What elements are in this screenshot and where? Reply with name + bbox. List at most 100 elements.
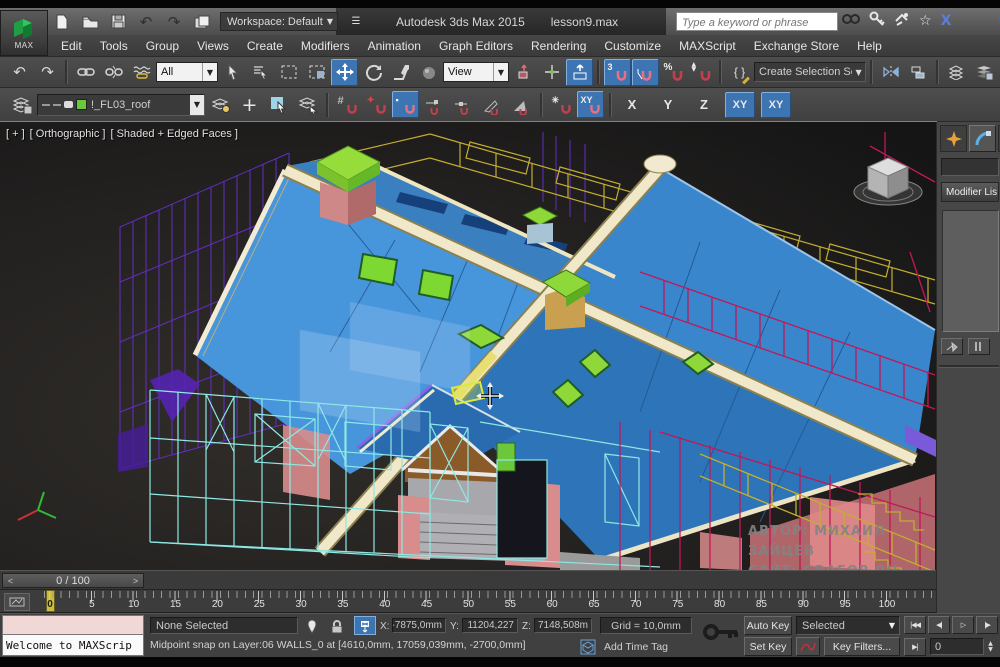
object-name-field[interactable] <box>941 158 999 176</box>
axis-constraint-y-1[interactable]: Y <box>653 92 683 118</box>
undo-scene-icon[interactable]: ↶ <box>6 59 33 86</box>
show-end-result-icon[interactable] <box>968 338 990 355</box>
communication-center-icon[interactable] <box>894 11 910 32</box>
layer-manager-icon[interactable] <box>943 59 970 86</box>
track-bar[interactable]: 0 5 10 15 20 25 30 35 40 45 50 55 60 65 70 75 80 85 90 95 10… <box>0 590 936 613</box>
selection-lock-toggle-icon[interactable] <box>330 619 344 639</box>
menu-modifiers[interactable]: Modifiers <box>292 37 359 55</box>
maxscript-listener-output[interactable]: Welcome to MAXScrip <box>2 635 144 656</box>
snap-face-icon[interactable] <box>508 91 535 118</box>
menu-animation[interactable]: Animation <box>359 37 430 55</box>
use-pivot-point-icon[interactable] <box>510 59 537 86</box>
select-objects-in-layer-icon[interactable] <box>265 91 292 118</box>
create-new-layer-icon[interactable] <box>207 91 234 118</box>
add-time-tag[interactable]: Add Time Tag <box>600 638 696 655</box>
select-and-scale-icon[interactable] <box>387 59 414 86</box>
auto-key-button[interactable]: Auto Key <box>744 616 792 635</box>
select-and-move-icon[interactable] <box>331 58 358 86</box>
redo-icon[interactable]: ↷ <box>164 13 184 31</box>
absolute-mode-toggle-icon[interactable] <box>354 616 376 635</box>
set-key-button[interactable]: Set Key <box>744 637 792 656</box>
modifier-stack[interactable] <box>942 210 999 332</box>
snap-endpoint-icon[interactable] <box>421 91 448 118</box>
select-and-place-icon[interactable] <box>415 59 442 86</box>
goto-start-button[interactable]: |◀◀ <box>904 616 926 634</box>
set-current-layer-icon[interactable] <box>294 91 321 118</box>
x-coordinate-field[interactable]: -7875,0mm <box>392 618 446 633</box>
snap-frozen-icon[interactable]: ✳ <box>548 91 575 118</box>
window-crossing-icon[interactable] <box>303 59 330 86</box>
snap-vertex-icon[interactable]: ▪ <box>392 91 419 118</box>
y-coordinate-field[interactable]: 11204,227 <box>462 618 518 633</box>
modifier-list-dropdown[interactable]: Modifier Lis <box>941 182 999 202</box>
axis-constraint-xy-3[interactable]: XY <box>725 91 755 118</box>
select-and-manipulate-icon[interactable] <box>538 59 565 86</box>
snap-xy-constraint-icon[interactable]: XY <box>577 91 604 118</box>
time-slider-track[interactable]: < 0 / 100 > <box>0 570 936 590</box>
snaps-toggle-3d-icon[interactable]: 3 <box>604 58 631 86</box>
spinner-snap-toggle-icon[interactable]: ▲ ▼ <box>688 59 715 86</box>
menu-edit[interactable]: Edit <box>52 37 91 55</box>
viewport-menu-pov[interactable]: [ Orthographic ] <box>30 128 106 140</box>
max-application-button[interactable]: MAX <box>0 10 48 56</box>
unlink-selection-icon[interactable] <box>100 59 127 86</box>
snap-grid-points-icon[interactable]: # <box>334 91 361 118</box>
add-selection-to-layer-icon[interactable]: + <box>236 91 263 118</box>
workspace-menu-icon[interactable]: ☰ <box>346 13 366 31</box>
reference-coordinate-dropdown[interactable]: View ▼ <box>443 62 509 82</box>
snap-pivot-icon[interactable]: ✦ <box>363 91 390 118</box>
select-and-link-icon[interactable] <box>72 59 99 86</box>
workspace-dropdown[interactable]: Workspace: Default ▼ <box>220 12 338 31</box>
menu-maxscript[interactable]: MAXScript <box>670 37 745 55</box>
menu-group[interactable]: Group <box>137 37 188 55</box>
set-keys-key-icon[interactable] <box>702 620 740 655</box>
viewport[interactable]: [ + ] [ Orthographic ] [ Shaded + Edged … <box>0 121 937 571</box>
frame-spinner[interactable]: ▲ ▼ <box>985 638 996 655</box>
current-frame-field[interactable]: 0 <box>930 638 984 655</box>
project-folder-icon[interactable] <box>192 13 212 31</box>
redo-scene-icon[interactable]: ↷ <box>34 59 61 86</box>
open-file-icon[interactable] <box>80 13 100 31</box>
search-icon[interactable] <box>842 12 860 31</box>
select-and-rotate-icon[interactable] <box>359 59 386 86</box>
pin-stack-icon[interactable] <box>941 338 963 355</box>
menu-create[interactable]: Create <box>238 37 292 55</box>
menu-exchange-store[interactable]: Exchange Store <box>745 37 848 55</box>
axis-constraint-xy-4[interactable]: XY <box>761 91 791 118</box>
select-by-name-icon[interactable] <box>247 59 274 86</box>
tab-modify[interactable] <box>969 125 996 152</box>
rectangular-selection-region-icon[interactable] <box>275 59 302 86</box>
axis-constraint-x-0[interactable]: X <box>617 92 647 118</box>
tab-create[interactable] <box>940 125 967 152</box>
viewport-menu-shading[interactable]: [ Shaded + Edged Faces ] <box>110 128 238 140</box>
undo-icon[interactable]: ↶ <box>136 13 156 31</box>
selection-filter-dropdown[interactable]: All ▼ <box>156 62 218 82</box>
time-slider-prev-arrow[interactable]: < <box>3 574 18 587</box>
selection-lock-pin-icon[interactable] <box>306 619 318 640</box>
exchange-icon[interactable]: X <box>941 13 952 29</box>
snap-edge-icon[interactable] <box>479 91 506 118</box>
snap-midpoint-icon[interactable] <box>450 91 477 118</box>
percent-snap-toggle-icon[interactable]: % <box>660 59 687 86</box>
key-mode-dropdown[interactable]: Selected ▼ <box>796 616 900 635</box>
menu-views[interactable]: Views <box>188 37 238 55</box>
edit-named-selection-sets-icon[interactable]: { } <box>726 59 753 86</box>
sign-in-key-icon[interactable] <box>869 11 885 32</box>
angle-snap-toggle-icon[interactable] <box>632 58 659 86</box>
menu-rendering[interactable]: Rendering <box>522 37 595 55</box>
keyboard-shortcut-override-icon[interactable] <box>566 58 593 86</box>
next-frame-button[interactable]: |▶ <box>976 616 998 634</box>
viewport-label[interactable]: [ + ] [ Orthographic ] [ Shaded + Edged … <box>6 128 238 140</box>
favorites-star-icon[interactable]: ☆ <box>919 13 932 29</box>
save-icon[interactable] <box>108 13 128 31</box>
menu-help[interactable]: Help <box>848 37 891 55</box>
new-file-icon[interactable] <box>52 13 72 31</box>
select-object-icon[interactable] <box>219 59 246 86</box>
menu-graph-editors[interactable]: Graph Editors <box>430 37 522 55</box>
bind-to-space-warp-icon[interactable] <box>128 59 155 86</box>
z-coordinate-field[interactable]: 7148,508m <box>534 618 592 633</box>
named-selection-set-dropdown[interactable]: Create Selection Se ▼ <box>754 62 866 82</box>
current-layer-dropdown[interactable]: !_FL03_roof ▼ <box>37 93 205 116</box>
key-filters-curve-icon[interactable] <box>796 637 820 656</box>
key-filters-button[interactable]: Key Filters... <box>824 637 900 656</box>
